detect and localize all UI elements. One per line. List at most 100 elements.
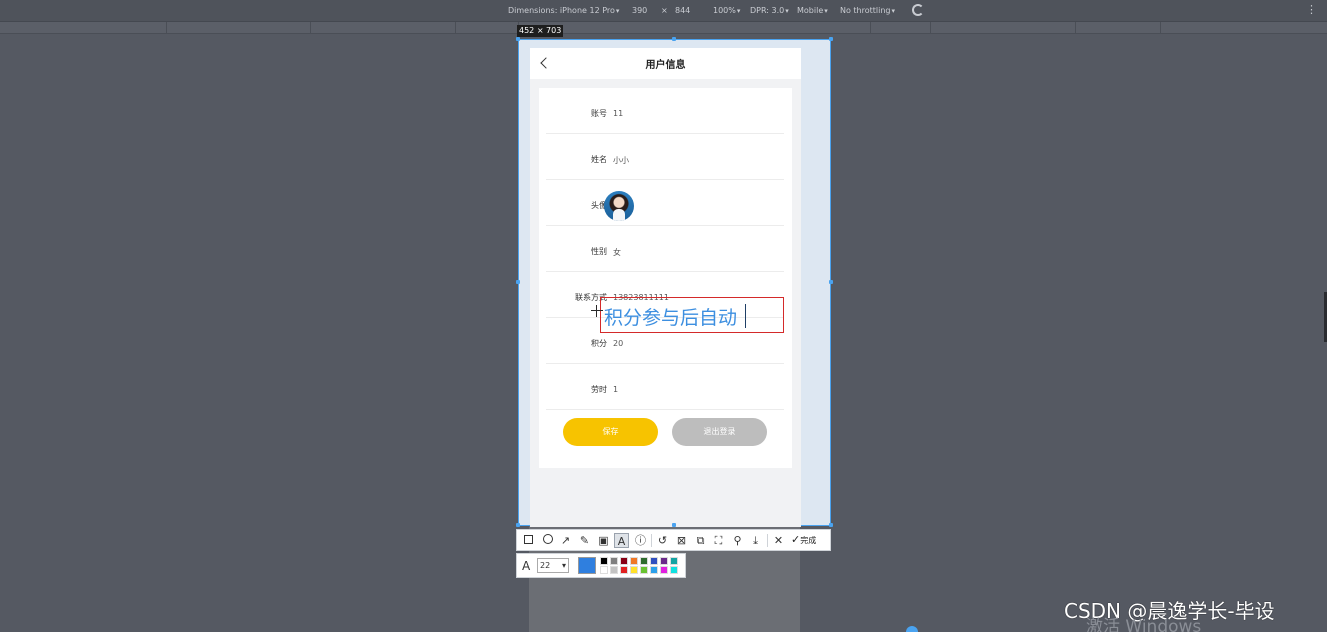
annotation-text[interactable]: 积分参与后自动 [604, 303, 737, 330]
mosaic-icon[interactable]: ▣ [596, 533, 611, 548]
mobile-value: Mobile [797, 6, 824, 15]
color-swatch[interactable] [650, 557, 658, 565]
font-icon: A [522, 559, 531, 573]
check-icon: ✓ [791, 533, 801, 546]
rectangle-icon[interactable] [521, 533, 536, 548]
avatar[interactable] [604, 191, 634, 221]
taskbar-indicator [906, 626, 918, 632]
resize-handle[interactable] [516, 37, 520, 41]
done-label: 完成 [800, 536, 817, 545]
color-swatch[interactable] [640, 566, 648, 574]
device-name: Dimensions: iPhone 12 Pro [508, 6, 615, 15]
text-style-toolbar: A 22 [516, 553, 686, 578]
resize-handle[interactable] [829, 280, 833, 284]
toolbar-divider [767, 534, 768, 547]
text-icon[interactable]: A [614, 533, 629, 548]
color-swatch[interactable] [670, 557, 678, 565]
row-label: 姓名 [591, 155, 607, 164]
devtools-toolbar: Dimensions: iPhone 12 Pro▾ 390 × 844 100… [0, 0, 1327, 22]
color-swatch[interactable] [600, 557, 608, 565]
row-label: 劳时 [591, 385, 607, 394]
activate-windows-watermark: 激活 Windows [1086, 617, 1202, 632]
color-swatch[interactable] [600, 566, 608, 574]
copy-icon[interactable]: ⧉ [693, 533, 708, 548]
chevron-down-icon: ▾ [736, 7, 741, 15]
gender-select[interactable]: 女 [613, 247, 621, 258]
throttling-value: No throttling [840, 6, 891, 15]
dpr-value: DPR: 3.0 [750, 6, 785, 15]
done-button[interactable]: ✓完成 [791, 533, 816, 546]
times-symbol: × [661, 6, 668, 15]
row-label: 账号 [591, 109, 607, 118]
account-input[interactable]: 11 [613, 109, 623, 118]
pin-icon[interactable]: ⚲ [730, 533, 745, 548]
save-button[interactable]: 保存 [563, 418, 658, 446]
pen-icon[interactable]: ✎ [577, 533, 592, 548]
color-palette [600, 557, 684, 575]
undo-icon[interactable]: ↺ [655, 533, 670, 548]
color-swatch[interactable] [620, 566, 628, 574]
text-cursor [745, 304, 746, 328]
logout-button[interactable]: 退出登录 [672, 418, 767, 446]
current-color-swatch[interactable] [578, 557, 596, 574]
page-title: 用户信息 [645, 60, 686, 71]
zoom-dropdown[interactable]: 100%▾ [713, 6, 740, 15]
mobile-dropdown[interactable]: Mobile▾ [797, 6, 828, 15]
row-avatar: 头像 [546, 180, 784, 226]
media-query-ruler [0, 22, 1327, 34]
fullscreen-icon[interactable]: ⛶ [711, 533, 726, 548]
device-viewport: 用户信息 账号 11 姓名 小小 头像 性别 女 联系方式 1382381111… [518, 39, 831, 527]
resize-handle[interactable] [672, 523, 676, 527]
rotate-icon[interactable] [912, 4, 924, 16]
viewport-height-input[interactable]: 844 [675, 6, 690, 15]
name-input[interactable]: 小小 [613, 155, 629, 166]
labor-hours-value[interactable]: 1 [613, 385, 618, 394]
row-account: 账号 11 [546, 88, 784, 134]
chevron-down-icon: ▾ [785, 7, 789, 15]
chevron-down-icon: ▾ [891, 7, 896, 15]
dpr-dropdown[interactable]: DPR: 3.0▾ [750, 6, 789, 15]
viewport-size-tag: 452 × 703 [517, 25, 564, 37]
row-name: 姓名 小小 [546, 134, 784, 180]
resize-handle[interactable] [672, 37, 676, 41]
resize-handle[interactable] [829, 37, 833, 41]
download-icon[interactable]: ⤓ [748, 533, 763, 548]
row-labor-hours: 劳时 1 [546, 364, 784, 410]
ellipse-icon[interactable] [540, 533, 555, 548]
save-icon[interactable]: ⊠ [674, 533, 689, 548]
color-swatch[interactable] [620, 557, 628, 565]
page-header: 用户信息 [530, 48, 801, 79]
row-label: 性别 [591, 247, 607, 256]
toolbar-divider [651, 534, 652, 547]
color-swatch[interactable] [650, 566, 658, 574]
resize-handle[interactable] [516, 523, 520, 527]
points-value[interactable]: 20 [613, 339, 623, 348]
close-icon[interactable]: ✕ [771, 533, 786, 548]
number-icon[interactable]: ⓘ [633, 533, 648, 548]
row-gender: 性别 女 [546, 226, 784, 272]
color-swatch[interactable] [660, 557, 668, 565]
device-dimensions-dropdown[interactable]: Dimensions: iPhone 12 Pro▾ [508, 6, 619, 15]
resize-handle[interactable] [516, 280, 520, 284]
color-swatch[interactable] [630, 566, 638, 574]
user-info-card: 账号 11 姓名 小小 头像 性别 女 联系方式 13823811111 积分 … [539, 88, 792, 468]
font-size-select[interactable]: 22 [537, 558, 569, 573]
resize-handle[interactable] [829, 523, 833, 527]
chevron-down-icon: ▾ [615, 7, 620, 15]
zoom-value: 100% [713, 6, 736, 15]
arrow-icon[interactable]: ↗ [558, 533, 573, 548]
chevron-down-icon: ▾ [824, 7, 828, 15]
color-swatch[interactable] [640, 557, 648, 565]
row-label: 积分 [591, 339, 607, 348]
color-swatch[interactable] [610, 557, 618, 565]
color-swatch[interactable] [610, 566, 618, 574]
viewport-width-input[interactable]: 390 [632, 6, 647, 15]
color-swatch[interactable] [630, 557, 638, 565]
throttling-dropdown[interactable]: No throttling▾ [840, 6, 895, 15]
user-info-page: 用户信息 账号 11 姓名 小小 头像 性别 女 联系方式 1382381111… [530, 48, 801, 527]
color-swatch[interactable] [660, 566, 668, 574]
color-swatch[interactable] [670, 566, 678, 574]
screenshot-toolbar: ↗ ✎ ▣ A ⓘ ↺ ⊠ ⧉ ⛶ ⚲ ⤓ ✕ ✓完成 [516, 529, 831, 551]
move-cursor-icon [591, 305, 603, 317]
more-options-icon[interactable]: ⋮ [1306, 3, 1317, 16]
